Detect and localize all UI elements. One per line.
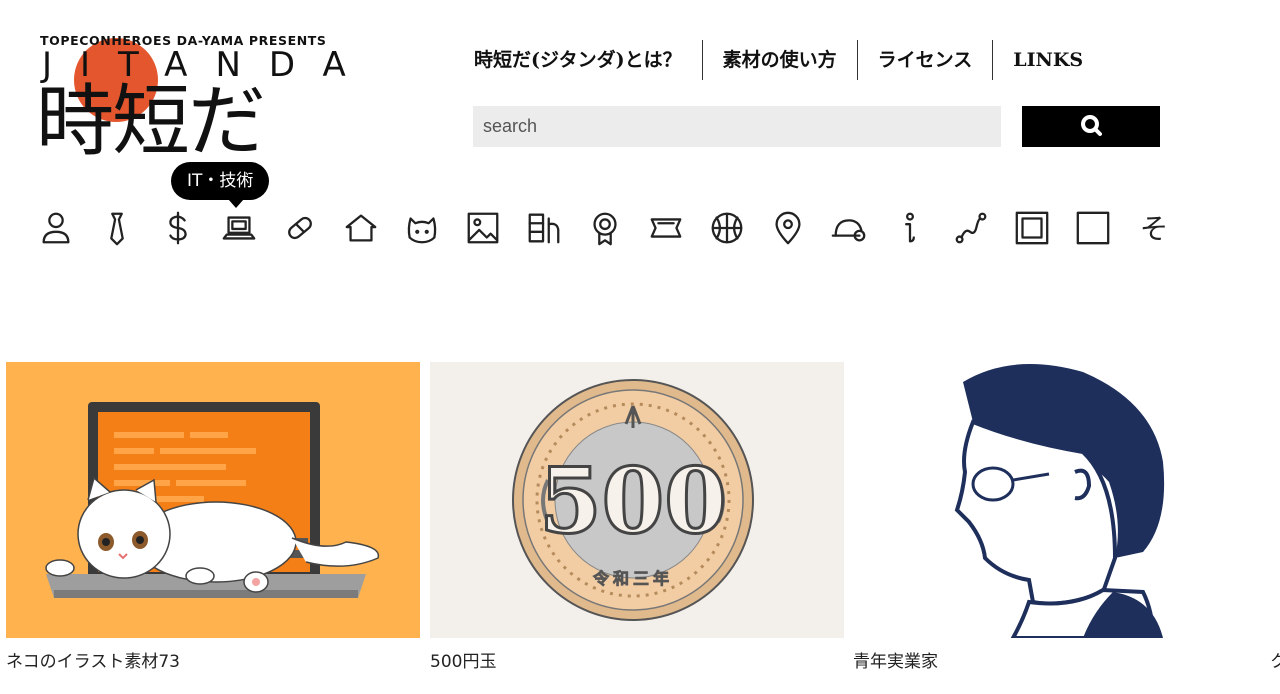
category-landscape[interactable] (463, 206, 503, 250)
card-caption[interactable]: 青年実業家 (853, 647, 1267, 672)
svg-text:令和三年: 令和三年 (592, 569, 673, 588)
person-icon (42, 212, 70, 244)
category-money[interactable] (158, 206, 198, 250)
category-work-safety[interactable] (829, 206, 869, 250)
nav-links[interactable]: LINKS (992, 40, 1103, 80)
search-icon (1079, 113, 1103, 140)
nav-usage[interactable]: 素材の使い方 (701, 40, 857, 80)
category-sports[interactable] (707, 206, 747, 250)
category-frames[interactable] (1012, 206, 1052, 250)
search-button[interactable] (1022, 106, 1160, 147)
sign-icon (650, 218, 682, 238)
svg-text:そ: そ (1140, 212, 1169, 245)
dollar-icon (169, 211, 187, 245)
cat-icon (407, 217, 437, 244)
category-other[interactable]: そ (1134, 206, 1174, 250)
house-icon (345, 214, 377, 242)
search-input[interactable] (473, 106, 1001, 147)
category-animals[interactable] (402, 206, 442, 250)
category-route[interactable] (951, 206, 991, 250)
category-places[interactable] (768, 206, 808, 250)
necktie-icon (110, 212, 124, 246)
category-business[interactable] (97, 206, 137, 250)
category-it-tech[interactable] (219, 206, 259, 250)
capsule-icon (288, 216, 312, 240)
young-businessman-thumbnail[interactable] (853, 362, 1267, 638)
medal-icon (593, 212, 617, 246)
category-events[interactable] (524, 206, 564, 250)
basketball-icon (711, 212, 743, 244)
category-info[interactable] (890, 206, 930, 250)
illustration-card: 青年実業家 (853, 362, 1267, 672)
category-home[interactable] (341, 206, 381, 250)
svg-text:500: 500 (539, 448, 727, 554)
square-icon (1076, 211, 1110, 245)
so-kana-icon: そ (1140, 212, 1169, 245)
category-people[interactable] (36, 206, 76, 250)
logo-kana: 時短だ (36, 77, 266, 167)
main-nav: 時短だ(ジタンダ)とは？ 素材の使い方 ライセンス LINKS (474, 40, 1103, 80)
calendar-icon (528, 213, 560, 244)
card-caption[interactable]: ク (1270, 647, 1280, 672)
cat-laptop-thumbnail[interactable] (6, 362, 420, 638)
category-shapes[interactable] (1073, 206, 1113, 250)
nav-license[interactable]: ライセンス (856, 40, 993, 80)
category-medical[interactable] (280, 206, 320, 250)
category-tooltip: IT・技術 (171, 162, 270, 208)
map-pin-icon (775, 211, 801, 245)
coin-500-yen-thumbnail[interactable]: 500 令和三年 (430, 362, 844, 638)
double-square-icon (1015, 211, 1049, 245)
laptop-icon (222, 216, 256, 240)
illustration-card: 500 令和三年 500円玉 (430, 362, 844, 672)
illustration-card-partial: ク (1270, 362, 1280, 672)
picture-icon (467, 212, 499, 244)
helmet-icon (831, 219, 866, 242)
nav-about[interactable]: 時短だ(ジタンダ)とは？ (474, 40, 702, 80)
illustration-card: ネコのイラスト素材73 (6, 362, 420, 672)
category-awards[interactable] (585, 206, 625, 250)
card-caption[interactable]: 500円玉 (430, 647, 844, 672)
card-thumbnail[interactable] (1270, 362, 1280, 638)
site-logo[interactable]: TOPECONHEROES DA-YAMA PRESENTS JITANDA 時… (36, 30, 356, 167)
category-sign[interactable] (646, 206, 686, 250)
info-icon (905, 212, 915, 243)
route-icon (955, 212, 987, 244)
card-caption[interactable]: ネコのイラスト素材73 (6, 647, 420, 672)
